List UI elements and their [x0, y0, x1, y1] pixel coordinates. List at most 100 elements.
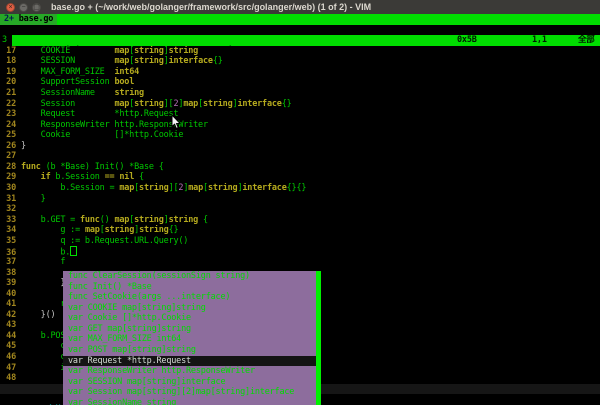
- completion-item[interactable]: var COOKIE map[string]string: [63, 303, 316, 314]
- code-line[interactable]: 25 Cookie []*http.Cookie: [0, 130, 600, 141]
- line-number: 25: [0, 130, 16, 141]
- code-line[interactable]: 28func (b *Base) Init() *Base {: [0, 162, 600, 173]
- mouse-cursor-icon: [171, 115, 182, 130]
- code-token: {}{}: [287, 183, 307, 193]
- completion-popup: func ClearSession(sessionSign string)fun…: [63, 271, 321, 405]
- minibuf-cursor-position: 1,1: [532, 35, 547, 46]
- code-token: string: [169, 46, 199, 56]
- code-token: string: [134, 215, 164, 225]
- code-line[interactable]: 33 b.GET = func() map[string]string {: [0, 215, 600, 226]
- code-line[interactable]: 30 b.Session = map[string][2]map[string]…: [0, 183, 600, 194]
- code-token: map: [183, 99, 198, 109]
- completion-item[interactable]: func ClearSession(sessionSign string): [63, 271, 316, 282]
- minibuf-statusline: 3 -MiniBufExplorer- [-][none,utf-8,unix]…: [0, 35, 600, 46]
- code-token: r: [21, 299, 65, 309]
- code-line[interactable]: 27: [0, 151, 600, 162]
- code-token: }: [21, 194, 46, 204]
- line-number: 41: [0, 299, 16, 310]
- code-line[interactable]: 24 ResponseWriter http.ResponseWriter: [0, 120, 600, 131]
- code-token: map: [114, 215, 129, 225]
- line-number: 39: [0, 278, 16, 289]
- minimize-button[interactable]: −: [19, 3, 28, 12]
- code-line[interactable]: 19 MAX_FORM_SIZE int64: [0, 67, 600, 78]
- code-line[interactable]: 20 SupportSession bool: [0, 77, 600, 88]
- completion-item[interactable]: func Init() *Base: [63, 282, 316, 293]
- code-token: COOKIE: [21, 46, 114, 56]
- code-line[interactable]: 29 if b.Session == nil {: [0, 172, 600, 183]
- code-token: {: [134, 172, 144, 182]
- code-token: string: [139, 183, 169, 193]
- code-token: string: [114, 88, 144, 98]
- line-number: 32: [0, 204, 16, 215]
- completion-item[interactable]: var Cookie []*http.Cookie: [63, 313, 316, 324]
- code-token: map: [188, 183, 203, 193]
- line-number: 48: [0, 373, 16, 384]
- completion-item[interactable]: var MAX_FORM_SIZE int64: [63, 334, 316, 345]
- line-number: 36: [0, 248, 16, 257]
- completion-item[interactable]: var ResponseWriter http.ResponseWriter: [63, 366, 316, 377]
- completion-item[interactable]: var SESSION map[string]interface: [63, 377, 316, 388]
- code-line[interactable]: 21 SessionName string: [0, 88, 600, 99]
- line-number: 37: [0, 257, 16, 268]
- code-token: g :=: [21, 225, 85, 235]
- code-token: map: [114, 46, 129, 56]
- completion-item[interactable]: var POST map[string]string: [63, 345, 316, 356]
- line-number: 35: [0, 236, 16, 247]
- code-token: string: [105, 225, 135, 235]
- code-line[interactable]: 17 COOKIE map[string]string: [0, 46, 600, 57]
- line-number: 28: [0, 162, 16, 173]
- code-line[interactable]: 22 Session map[string][2]map[string]inte…: [0, 99, 600, 110]
- line-number: 21: [0, 88, 16, 99]
- completion-item-selected[interactable]: var Request *http.Request: [63, 356, 316, 367]
- line-number: 45: [0, 341, 16, 352]
- code-line[interactable]: 18 SESSION map[string]interface{}: [0, 56, 600, 67]
- tab-label[interactable]: 2+ base.go: [0, 14, 57, 25]
- code-token: string: [169, 215, 199, 225]
- code-token: c: [21, 341, 65, 351]
- line-number: 31: [0, 194, 16, 205]
- code-token: c: [21, 352, 65, 362]
- code-token: {}: [169, 225, 179, 235]
- code-token: int64: [114, 67, 139, 77]
- line-number: 30: [0, 183, 16, 194]
- tab-file-name: base.go: [14, 14, 53, 24]
- completion-item[interactable]: var SessionName string: [63, 398, 316, 405]
- code-token: string: [134, 99, 164, 109]
- code-line[interactable]: 34 g := map[string]string{}: [0, 225, 600, 236]
- completion-item[interactable]: func SetCookie(args ...interface): [63, 292, 316, 303]
- window-titlebar[interactable]: × − ▢ base.go + (~/work/web/golanger/fra…: [0, 0, 600, 15]
- line-number: 23: [0, 109, 16, 120]
- line-number: 27: [0, 151, 16, 162]
- code-token: if: [41, 172, 51, 182]
- code-token: map: [119, 183, 134, 193]
- minibuf-scroll-position: 全部: [578, 35, 595, 46]
- line-number: 24: [0, 120, 16, 131]
- code-token: b.Session =: [21, 183, 119, 193]
- code-token: {: [198, 215, 208, 225]
- code-line[interactable]: 36 b.: [0, 246, 600, 257]
- code-token: }(): [21, 310, 55, 320]
- code-line[interactable]: 31 }: [0, 194, 600, 205]
- code-line[interactable]: 32: [0, 204, 600, 215]
- completion-item[interactable]: var GET map[string]string: [63, 324, 316, 335]
- code-line[interactable]: 37 f: [0, 257, 600, 268]
- popup-scrollbar[interactable]: [316, 271, 321, 405]
- maximize-button[interactable]: ▢: [32, 3, 41, 12]
- completion-item[interactable]: var Session map[string][2]map[string]int…: [63, 387, 316, 398]
- code-line[interactable]: 23 Request *http.Request: [0, 109, 600, 120]
- code-token: (): [100, 215, 115, 225]
- code-token: interface: [242, 183, 286, 193]
- line-number: 20: [0, 77, 16, 88]
- line-number: 33: [0, 215, 16, 226]
- line-number: 44: [0, 331, 16, 342]
- close-button[interactable]: ×: [6, 3, 15, 12]
- code-token: SessionName: [21, 88, 114, 98]
- code-line[interactable]: 26}: [0, 141, 600, 152]
- minibuf-buffer-number: 3: [0, 35, 12, 46]
- code-token: map: [114, 99, 129, 109]
- line-number: 18: [0, 56, 16, 67]
- code-line[interactable]: 35 q := b.Request.URL.Query(): [0, 236, 600, 247]
- minibuf-hex-value: 0x5B: [457, 35, 477, 46]
- code-token: i: [21, 363, 65, 373]
- code-token: Cookie []*http.Cookie: [21, 130, 183, 140]
